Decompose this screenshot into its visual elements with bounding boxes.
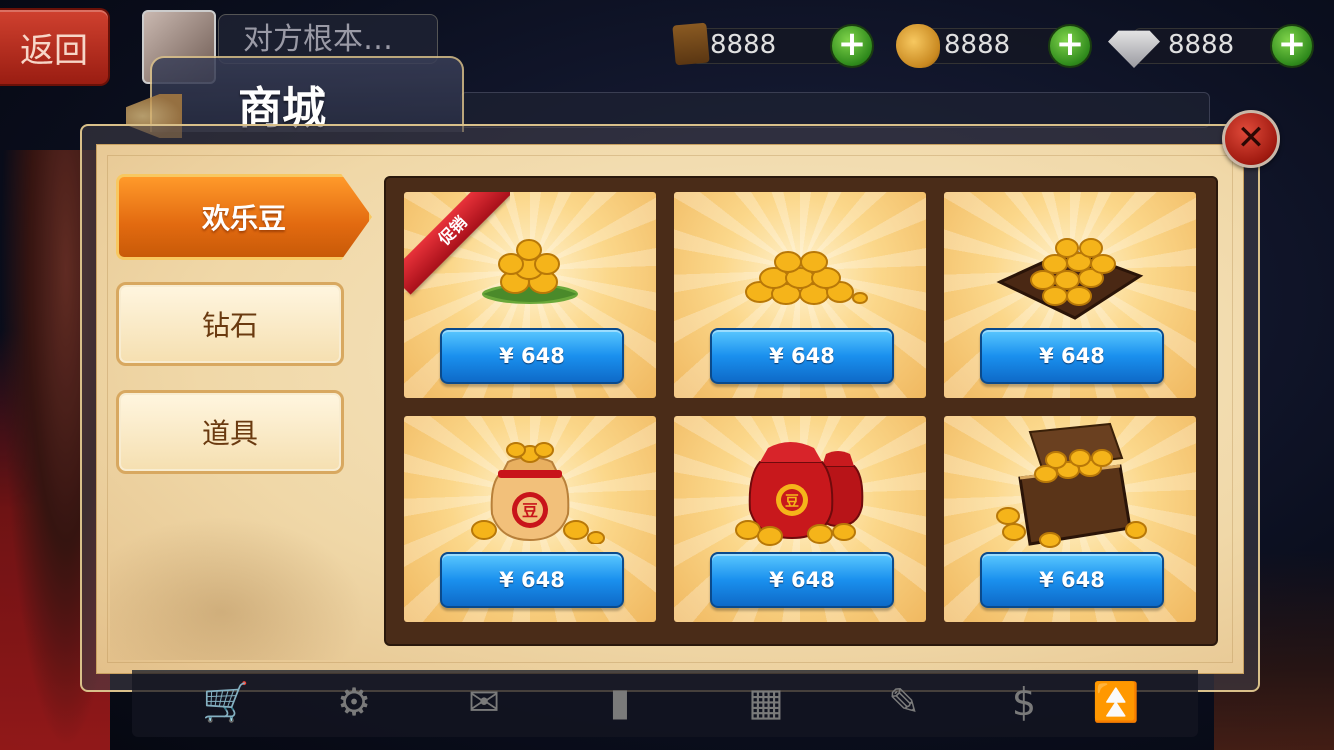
treasure-chest-icon — [996, 422, 1147, 548]
shop-item[interactable]: ¥ 648 — [674, 192, 926, 398]
landscape-decoration — [110, 500, 390, 660]
shop-item[interactable]: 促销 ¥ 648 — [404, 192, 656, 398]
shop-item[interactable]: 豆 ¥ 648 — [674, 416, 926, 622]
mail-icon[interactable]: ✉ — [456, 678, 512, 726]
bean-count: 8888 — [944, 30, 1011, 60]
shop-item[interactable]: 豆 ¥ 648 — [404, 416, 656, 622]
tab-items[interactable]: 道具 — [116, 390, 344, 474]
bean-pile-icon — [745, 251, 868, 305]
bean-resource: 8888 + — [896, 24, 1092, 68]
shop-item[interactable]: ¥ 648 — [944, 416, 1196, 622]
price-button[interactable]: ¥ 648 — [710, 552, 894, 608]
bean-sack-icon: 豆 — [471, 442, 605, 544]
gift-icon[interactable]: ▦ — [738, 678, 794, 726]
rank-icon[interactable]: ▮ — [592, 678, 648, 726]
diamond-count: 8888 — [1168, 30, 1235, 60]
add-diamond-button[interactable]: + — [1270, 24, 1314, 68]
back-button[interactable]: 返回 — [0, 8, 110, 86]
add-scroll-button[interactable]: + — [830, 24, 874, 68]
scroll-icon — [672, 22, 710, 66]
price-button[interactable]: ¥ 648 — [980, 328, 1164, 384]
close-button[interactable]: ✕ — [1222, 110, 1280, 168]
up-icon[interactable]: ⏫ — [1088, 678, 1144, 726]
price-button[interactable]: ¥ 648 — [440, 328, 624, 384]
diamond-resource: 8888 + — [1108, 24, 1314, 68]
tab-diamonds[interactable]: 钻石 — [116, 282, 344, 366]
price-button[interactable]: ¥ 648 — [710, 328, 894, 384]
notice-strip — [460, 92, 1210, 128]
shop-item[interactable]: ¥ 648 — [944, 192, 1196, 398]
money-bag-icon[interactable]: $ — [996, 678, 1052, 726]
scroll-resource: 8888 + — [670, 22, 874, 68]
add-bean-button[interactable]: + — [1048, 24, 1092, 68]
promo-ribbon: 促销 — [404, 192, 510, 298]
price-button[interactable]: ¥ 648 — [440, 552, 624, 608]
task-icon[interactable]: ✎ — [876, 678, 932, 726]
tab-happy-beans[interactable]: 欢乐豆 — [116, 174, 372, 260]
cart-icon[interactable]: 🛒 — [198, 678, 254, 726]
svg-text:豆: 豆 — [522, 501, 538, 520]
gear-icon[interactable]: ⚙ — [326, 678, 382, 726]
bean-tray-icon — [996, 238, 1144, 320]
bean-icon — [896, 24, 940, 68]
svg-text:豆: 豆 — [785, 494, 799, 510]
scroll-count: 8888 — [710, 30, 777, 60]
price-button[interactable]: ¥ 648 — [980, 552, 1164, 608]
bean-bags-icon: 豆 — [735, 442, 864, 546]
